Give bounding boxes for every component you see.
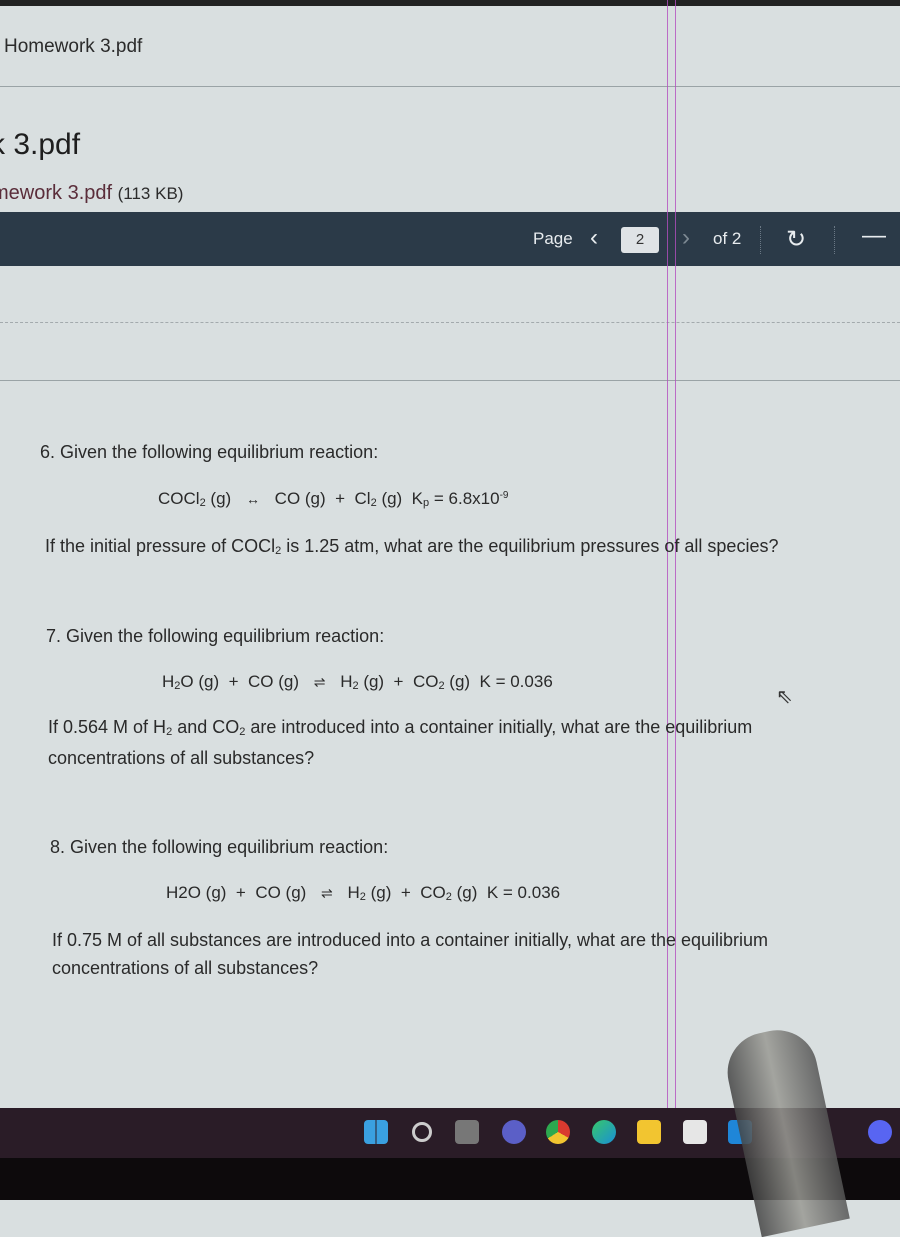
question-7-intro: 7. Given the following equilibrium react… xyxy=(46,626,385,646)
search-icon[interactable] xyxy=(412,1122,432,1142)
question-8-prompt-line2: concentrations of all substances? xyxy=(52,958,319,978)
question-7-prompt-line1: If 0.564 M of H2 and CO2 are introduced … xyxy=(48,717,753,738)
page-total-label: of 2 xyxy=(713,229,742,248)
question-8-prompt-line1: If 0.75 M of all substances are introduc… xyxy=(52,930,769,950)
question-8-equation: H2O (g) + CO (g) ⇌ H2 (g) + CO2 (g) K = … xyxy=(166,883,561,903)
toolbar-separator xyxy=(834,226,836,254)
file-heading: k 3.pdf xyxy=(0,128,81,161)
equilibrium-arrow-icon: ⇌ xyxy=(313,674,326,690)
discord-icon[interactable] xyxy=(868,1120,892,1144)
file-link-name[interactable]: mework 3.pdf xyxy=(0,182,112,204)
next-page-icon[interactable]: › xyxy=(682,224,690,252)
equilibrium-arrow-icon: ⇌ xyxy=(321,885,333,901)
toolbar-separator xyxy=(760,226,762,254)
zoom-out-icon[interactable]: — xyxy=(862,222,886,250)
task-view-icon[interactable] xyxy=(455,1120,479,1144)
windows-start-icon[interactable] xyxy=(364,1120,388,1144)
screen-top-bezel xyxy=(0,0,900,6)
rotate-refresh-icon[interactable]: ↻ xyxy=(786,225,806,254)
page-label: Page xyxy=(533,229,573,248)
page-number-input[interactable]: 2 xyxy=(621,227,659,253)
edge-icon[interactable] xyxy=(592,1120,616,1144)
previous-page-icon[interactable]: ‹ xyxy=(590,224,598,252)
file-explorer-icon[interactable] xyxy=(637,1120,661,1144)
mouse-pointer-icon: ⇖ xyxy=(776,686,793,708)
divider xyxy=(0,86,900,87)
file-size: (113 KB) xyxy=(117,184,184,203)
page-border-dashed xyxy=(0,322,900,323)
reversible-arrow-icon: ↔ xyxy=(245,491,260,507)
question-6-prompt: If the initial pressure of COCl2 is 1.25… xyxy=(45,536,779,557)
pdf-viewer-toolbar: Page ‹ 2 › of 2 ↻ — xyxy=(0,212,900,266)
question-7-prompt-line2: concentrations of all substances? xyxy=(48,748,315,768)
breadcrumb-title[interactable]: Homework 3.pdf xyxy=(4,36,142,58)
question-7-equation: H2O (g) + CO (g) ⇌ H2 (g) + CO2 (g) K = … xyxy=(162,672,553,692)
question-6-intro: 6. Given the following equilibrium react… xyxy=(40,442,379,462)
page-top-edge xyxy=(0,380,900,381)
chrome-icon[interactable] xyxy=(546,1120,570,1144)
teams-meet-icon[interactable] xyxy=(502,1120,526,1144)
store-icon[interactable] xyxy=(683,1120,707,1144)
file-download-link[interactable]: mework 3.pdf (113 KB) xyxy=(0,182,183,205)
question-8-intro: 8. Given the following equilibrium react… xyxy=(50,837,389,857)
question-6-equation: COCl2 (g) ↔ CO (g) + Cl2 (g) Kp = 6.8x10… xyxy=(158,489,509,509)
stylus-pen-foreground xyxy=(720,1022,850,1237)
